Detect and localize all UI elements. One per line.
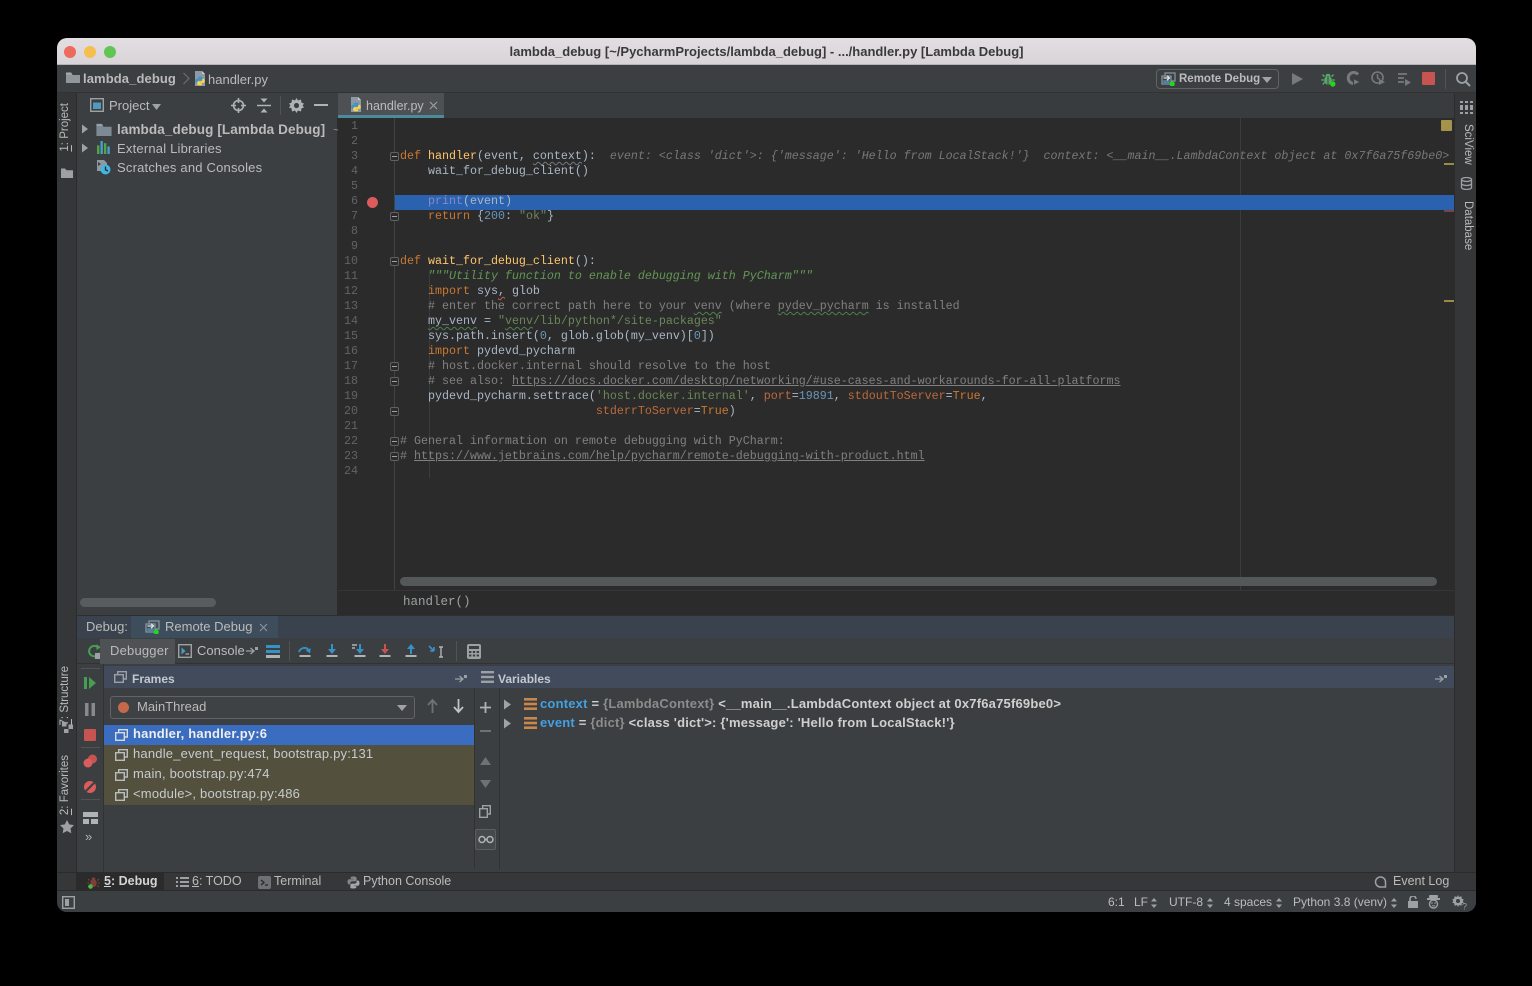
svg-text:?: ? [1462, 902, 1467, 911]
